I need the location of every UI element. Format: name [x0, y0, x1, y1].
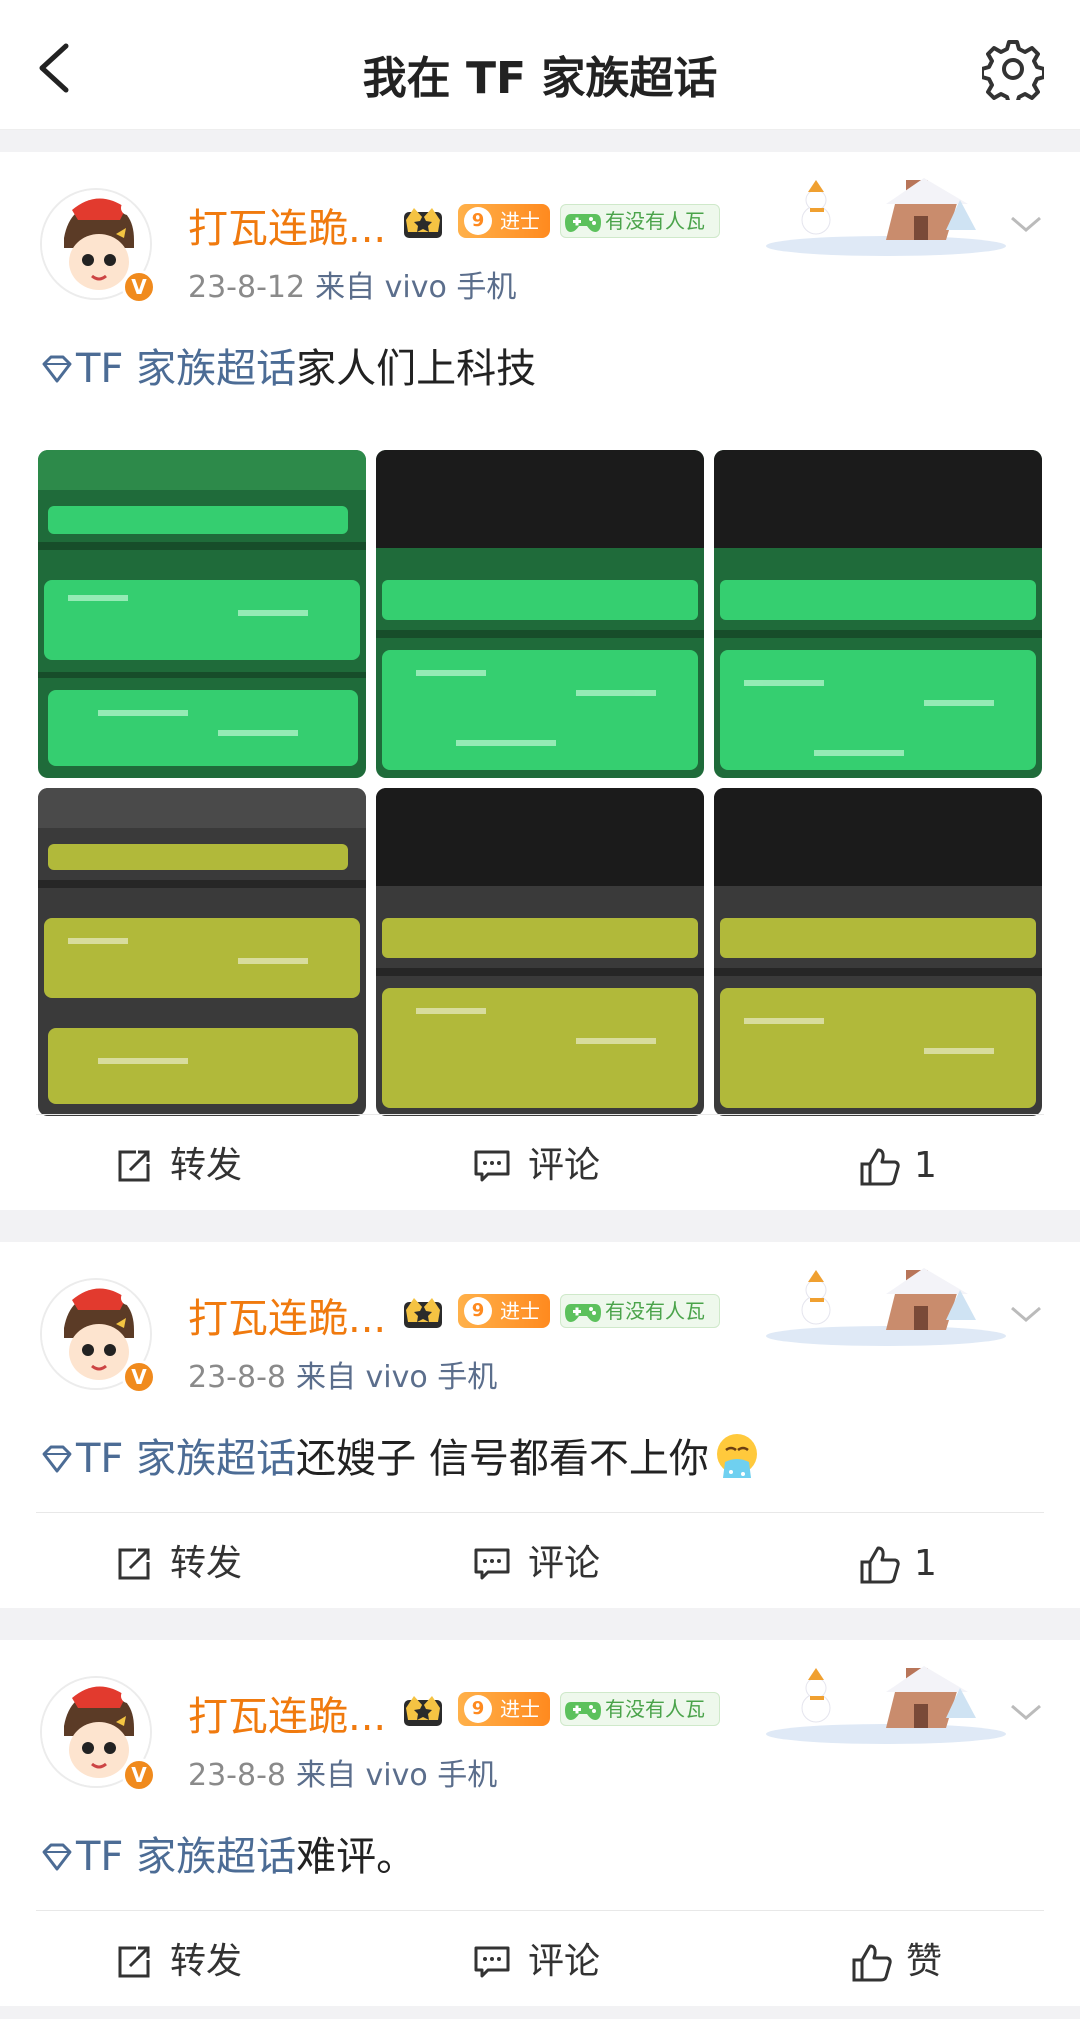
- post-time: 23-8-12: [188, 270, 306, 305]
- post-meta: 23-8-8 来自 vivo 手机: [188, 1352, 497, 1396]
- app-root: 我在 TF 家族超话 V 打瓦连跪... 9 进士 有没有人瓦 23-8-12 …: [0, 0, 1080, 2019]
- repost-label: 转发: [170, 1941, 243, 1982]
- comment-label: 评论: [528, 1941, 601, 1982]
- gamepad-icon: [565, 1702, 601, 1720]
- fan-label: 有没有人瓦: [605, 1697, 705, 1721]
- post-card[interactable]: V 打瓦连跪... 9 进士 有没有人瓦: [0, 1242, 1080, 1608]
- gamepad-icon: [565, 1304, 601, 1322]
- chevron-down-icon[interactable]: [1008, 1700, 1044, 1724]
- level-number: 9: [464, 207, 492, 235]
- image-thumbnail[interactable]: [376, 450, 704, 778]
- thumbs-up-icon: [860, 1148, 900, 1186]
- post-body: 家人们上科技: [296, 346, 537, 392]
- post-meta: 23-8-8 来自 vivo 手机: [188, 1750, 497, 1794]
- post-time: 23-8-8: [188, 1758, 286, 1793]
- author-name[interactable]: 打瓦连跪...: [188, 196, 386, 254]
- post-time: 23-8-8: [188, 1360, 286, 1395]
- crown-icon: [404, 1298, 442, 1328]
- action-bar: 转发 评论 赞: [0, 1910, 1080, 2010]
- snow-house-decoration-icon: [766, 178, 1006, 256]
- snow-house-decoration-icon: [766, 1268, 1006, 1346]
- post-body: 还嫂子 信号都看不上你: [296, 1436, 709, 1482]
- like-count: 1: [914, 1145, 937, 1186]
- chevron-down-icon[interactable]: [1008, 212, 1044, 236]
- level-label: 进士: [500, 209, 540, 233]
- avatar[interactable]: V: [40, 1278, 156, 1394]
- repost-label: 转发: [170, 1543, 243, 1584]
- supertopic-diamond-icon: [42, 1843, 72, 1871]
- verified-badge-icon: V: [122, 270, 156, 304]
- image-thumbnail[interactable]: [714, 788, 1042, 1116]
- image-thumbnail[interactable]: [376, 788, 704, 1116]
- action-bar: 转发 评论 1: [0, 1114, 1080, 1214]
- repost-icon: [118, 1946, 150, 1978]
- avatar[interactable]: V: [40, 1676, 156, 1792]
- gear-icon[interactable]: [982, 38, 1044, 100]
- level-label: 进士: [500, 1697, 540, 1721]
- author-name[interactable]: 打瓦连跪...: [188, 1286, 386, 1344]
- comment-icon: [474, 1150, 510, 1182]
- post-source: 来自 vivo 手机: [315, 270, 517, 305]
- post-body: 难评。: [296, 1834, 417, 1880]
- fan-label: 有没有人瓦: [605, 209, 705, 233]
- vomit-emoji-icon: [716, 1434, 757, 1478]
- level-badge: 9 进士: [458, 1692, 550, 1726]
- comment-label: 评论: [528, 1145, 601, 1186]
- post-meta: 23-8-12 来自 vivo 手机: [188, 262, 516, 306]
- action-bar: 转发 评论 1: [0, 1512, 1080, 1612]
- level-number: 9: [464, 1695, 492, 1723]
- fan-badge: 有没有人瓦: [560, 1692, 720, 1726]
- fan-label: 有没有人瓦: [605, 1299, 705, 1323]
- comment-icon: [474, 1548, 510, 1580]
- thumbs-up-icon: [852, 1944, 892, 1982]
- image-thumbnail[interactable]: [38, 450, 366, 778]
- snow-house-decoration-icon: [766, 1666, 1006, 1744]
- fan-badge: 有没有人瓦: [560, 204, 720, 238]
- supertopic-diamond-icon: [42, 355, 72, 383]
- post-card[interactable]: V 打瓦连跪... 9 进士 有没有人瓦: [0, 152, 1080, 1210]
- post-card[interactable]: V 打瓦连跪... 9 进士 有没有人瓦: [0, 1640, 1080, 2006]
- post-text: TF 家族超话难评。: [40, 1824, 416, 1882]
- comment-icon: [474, 1946, 510, 1978]
- post-source: 来自 vivo 手机: [296, 1360, 498, 1395]
- supertopic-diamond-icon: [42, 1445, 72, 1473]
- image-thumbnail[interactable]: [38, 788, 366, 1116]
- post-text: TF 家族超话还嫂子 信号都看不上你: [40, 1426, 761, 1484]
- supertopic-link[interactable]: TF 家族超话: [76, 346, 296, 392]
- top-bar: 我在 TF 家族超话: [0, 0, 1080, 130]
- verified-badge-icon: V: [122, 1758, 156, 1792]
- post-text: TF 家族超话家人们上科技: [40, 336, 536, 394]
- supertopic-link[interactable]: TF 家族超话: [76, 1436, 296, 1482]
- level-badge: 9 进士: [458, 1294, 550, 1328]
- comment-label: 评论: [528, 1543, 601, 1584]
- like-label: 赞: [906, 1941, 943, 1982]
- crown-icon: [404, 208, 442, 238]
- avatar[interactable]: V: [40, 188, 156, 304]
- crown-icon: [404, 1696, 442, 1726]
- repost-icon: [118, 1548, 150, 1580]
- like-count: 1: [914, 1543, 937, 1584]
- level-number: 9: [464, 1297, 492, 1325]
- author-name[interactable]: 打瓦连跪...: [188, 1684, 386, 1742]
- fan-badge: 有没有人瓦: [560, 1294, 720, 1328]
- gamepad-icon: [565, 214, 601, 232]
- chevron-down-icon[interactable]: [1008, 1302, 1044, 1326]
- repost-icon: [118, 1150, 150, 1182]
- repost-label: 转发: [170, 1145, 243, 1186]
- supertopic-link[interactable]: TF 家族超话: [76, 1834, 296, 1880]
- image-thumbnail[interactable]: [714, 450, 1042, 778]
- thumbs-up-icon: [860, 1546, 900, 1584]
- image-grid: [38, 450, 1042, 1116]
- page-title: 我在 TF 家族超话: [362, 53, 718, 104]
- post-source: 来自 vivo 手机: [296, 1758, 498, 1793]
- level-label: 进士: [500, 1299, 540, 1323]
- level-badge: 9 进士: [458, 204, 550, 238]
- verified-badge-icon: V: [122, 1360, 156, 1394]
